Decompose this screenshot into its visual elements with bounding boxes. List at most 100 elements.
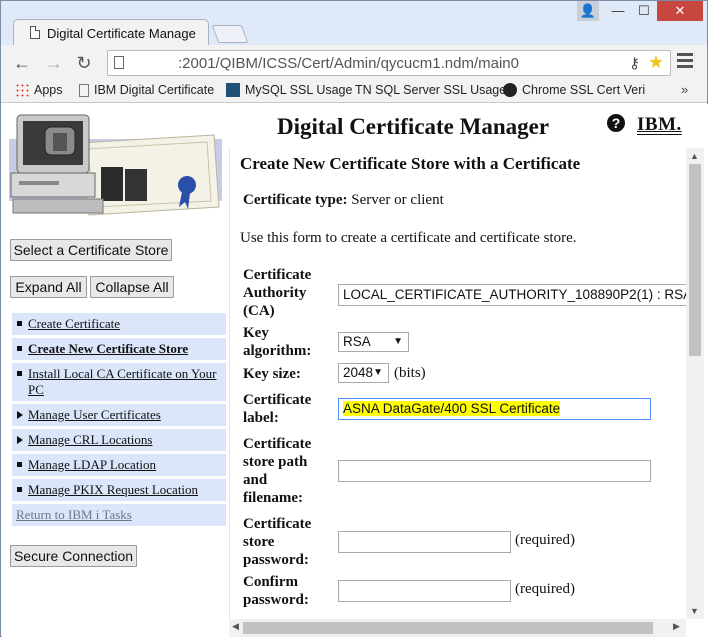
nav-item-label[interactable]: Manage PKIX Request Location — [28, 482, 198, 497]
select-certificate-store-button[interactable]: Select a Certificate Store — [10, 239, 172, 261]
certificate-label-label: Certificate label: — [243, 391, 311, 427]
new-tab-button[interactable] — [211, 25, 249, 43]
bookmark-ibm-dcm[interactable]: IBM Digital Certificate — [79, 83, 214, 97]
key-size-unit: (bits) — [394, 365, 426, 381]
scroll-down-icon[interactable]: ▼ — [690, 606, 699, 616]
nav-item-label[interactable]: Install Local CA Certificate on Your PC — [28, 366, 216, 397]
secure-connection-button[interactable]: Secure Connection — [10, 545, 137, 567]
expand-triangle-icon[interactable] — [17, 411, 23, 419]
task-navigation-list: Create Certificate Create New Certificat… — [12, 313, 226, 529]
certificate-label-input[interactable]: ASNA DataGate/400 SSL Certificate — [338, 398, 651, 420]
bookmark-label: Apps — [34, 83, 63, 97]
bullet-icon — [17, 321, 22, 326]
store-password-label: Certificate store password: — [243, 515, 311, 569]
menu-icon[interactable] — [677, 53, 693, 71]
bookmark-mysql[interactable]: MySQL SSL Usage — [226, 83, 352, 97]
apps-grid-icon — [15, 83, 29, 97]
certificate-type-value: Server or client — [351, 192, 444, 208]
scroll-up-icon[interactable]: ▲ — [690, 151, 699, 161]
nav-item-manage-ldap-location[interactable]: Manage LDAP Location — [12, 454, 226, 476]
bullet-icon — [17, 462, 22, 467]
nav-item-manage-crl-locations[interactable]: Manage CRL Locations — [12, 429, 226, 451]
bookmark-chrome-ssl[interactable]: Chrome SSL Cert Veri — [503, 83, 645, 97]
nav-item-create-certificate[interactable]: Create Certificate — [12, 313, 226, 335]
vertical-scrollbar[interactable]: ▲ ▼ — [686, 148, 704, 619]
bookmark-apps[interactable]: Apps — [15, 83, 63, 97]
ca-field[interactable]: LOCAL_CERTIFICATE_AUTHORITY_108890P2(1) … — [338, 284, 687, 306]
bookmark-tn-sql[interactable]: TN SQL Server SSL Usage — [355, 83, 506, 97]
key-algorithm-select[interactable]: RSA ▼ — [338, 332, 409, 352]
reload-icon[interactable]: ↻ — [73, 52, 95, 74]
certificate-label-value: ASNA DataGate/400 SSL Certificate — [343, 401, 561, 416]
key-algorithm-label: Key algorithm: — [243, 324, 311, 360]
label-line: label: — [243, 410, 279, 426]
certificate-type-label: Certificate type: — [243, 192, 348, 208]
label-line: store path — [243, 454, 308, 470]
main-content-frame: Digital Certificate Manager ? IBM. Creat… — [229, 104, 687, 637]
expand-all-button[interactable]: Expand All — [10, 276, 87, 298]
minimize-button[interactable]: — — [605, 1, 631, 21]
collapse-all-button[interactable]: Collapse All — [90, 276, 174, 298]
bookmark-label: IBM Digital Certificate — [94, 83, 215, 97]
bullet-icon — [17, 346, 22, 351]
label-line: algorithm: — [243, 343, 312, 359]
back-arrow-icon[interactable]: ← — [11, 52, 33, 74]
certificate-type-row: Certificate type: Server or client — [243, 192, 444, 209]
store-password-input[interactable] — [338, 531, 511, 553]
nav-item-install-local-ca[interactable]: Install Local CA Certificate on Your PC — [12, 363, 226, 401]
horizontal-scrollbar[interactable]: ◀ ▶ — [229, 619, 686, 637]
browser-tab[interactable]: Digital Certificate Manage — [13, 19, 209, 47]
key-icon[interactable]: ⚷ — [629, 54, 640, 72]
tab-title: Digital Certificate Manage — [47, 26, 196, 41]
nav-item-label[interactable]: Manage CRL Locations — [28, 432, 152, 447]
confirm-password-label: Confirm password: — [243, 573, 309, 609]
store-path-input[interactable] — [338, 460, 651, 482]
label-line: (CA) — [243, 303, 275, 319]
nav-item-label[interactable]: Manage LDAP Location — [28, 457, 156, 472]
maximize-button[interactable]: ☐ — [631, 1, 657, 21]
bookmarks-bar: Apps IBM Digital Certificate MySQL SSL U… — [1, 79, 707, 103]
forward-arrow-icon[interactable]: → — [43, 52, 65, 74]
nav-item-label[interactable]: Create Certificate — [28, 316, 120, 331]
key-size-select[interactable]: 2048 ▼ — [338, 363, 389, 383]
mysql-icon — [226, 83, 240, 97]
nav-item-manage-user-certificates[interactable]: Manage User Certificates — [12, 404, 226, 426]
page-viewport: Select a Certificate Store Expand All Co… — [2, 104, 708, 637]
form-heading: Create New Certificate Store with a Cert… — [240, 154, 581, 173]
label-line: Certificate — [243, 392, 312, 408]
nav-item-label[interactable]: Manage User Certificates — [28, 407, 161, 422]
vertical-scroll-thumb[interactable] — [689, 164, 701, 356]
bullet-icon — [17, 487, 22, 492]
confirm-password-input[interactable] — [338, 580, 511, 602]
bullet-icon — [17, 371, 22, 376]
label-line: Key — [243, 325, 269, 341]
label-line: store — [243, 534, 275, 550]
page-icon — [114, 56, 124, 69]
ca-label: Certificate Authority (CA) — [243, 266, 311, 320]
address-bar[interactable]: :2001/QIBM/ICSS/Cert/Admin/qycucm1.ndm/m… — [107, 50, 671, 76]
bookmark-label: TN SQL Server SSL Usage — [355, 83, 507, 97]
help-icon[interactable]: ? — [607, 114, 625, 132]
close-button[interactable]: ✕ — [657, 1, 703, 21]
nav-item-label[interactable]: Create New Certificate Store — [28, 341, 188, 356]
scroll-right-icon[interactable]: ▶ — [673, 621, 680, 632]
chevron-down-icon: ▼ — [373, 367, 383, 378]
certificate-computer-graphic — [9, 114, 222, 216]
bookmarks-overflow-icon[interactable]: » — [681, 82, 688, 97]
label-line: Certificate — [243, 436, 312, 452]
browser-window: Digital Certificate Manage 👤 — ☐ ✕ ← → ↻… — [0, 0, 708, 637]
nav-item-return-to-ibm-i-tasks[interactable]: Return to IBM i Tasks — [12, 504, 226, 526]
nav-item-create-new-certificate-store[interactable]: Create New Certificate Store — [12, 338, 226, 360]
scroll-left-icon[interactable]: ◀ — [232, 621, 239, 632]
store-path-label: Certificate store path and filename: — [243, 435, 311, 507]
page-icon — [30, 26, 40, 39]
nav-item-manage-pkix-request-location[interactable]: Manage PKIX Request Location — [12, 479, 226, 501]
user-icon[interactable]: 👤 — [577, 1, 599, 21]
horizontal-scroll-thumb[interactable] — [243, 622, 653, 634]
url-text[interactable]: :2001/QIBM/ICSS/Cert/Admin/qycucm1.ndm/m… — [178, 55, 519, 72]
nav-item-label[interactable]: Return to IBM i Tasks — [16, 507, 132, 522]
label-line: Certificate — [243, 516, 312, 532]
select-value: RSA — [343, 334, 371, 349]
bookmark-star-icon[interactable]: ★ — [648, 52, 664, 73]
expand-triangle-icon[interactable] — [17, 436, 23, 444]
